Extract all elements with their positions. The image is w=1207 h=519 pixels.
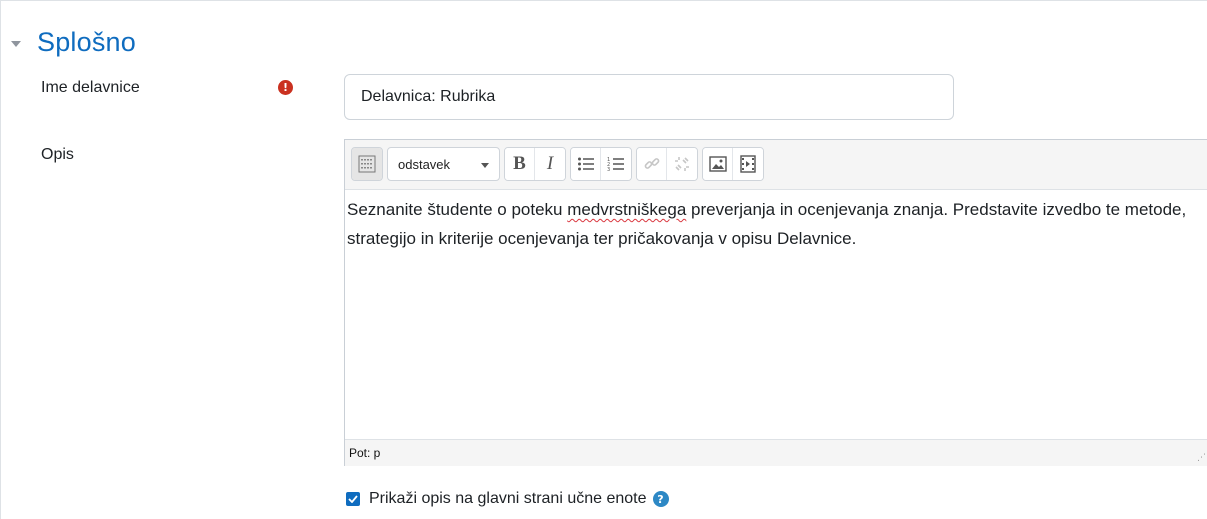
question-circle-icon[interactable]: ? <box>652 491 669 507</box>
list-group: 123 <box>570 147 632 181</box>
svg-text:3: 3 <box>607 167 610 172</box>
description-label: Opis <box>41 146 74 163</box>
unordered-list-icon[interactable] <box>571 148 601 180</box>
content-text-before: Seznanite študente o poteku <box>347 200 568 219</box>
ordered-list-icon[interactable]: 123 <box>601 148 631 180</box>
editor-toolbar: odstavek B I 123 <box>345 140 1207 190</box>
section-header[interactable]: Splošno <box>11 27 136 58</box>
toolbar-toggle-group <box>351 147 383 181</box>
unlink-icon[interactable] <box>667 148 697 180</box>
media-group <box>702 147 764 181</box>
show-description-row: Prikaži opis na glavni strani učne enote… <box>346 490 669 508</box>
element-path: Pot: p <box>349 446 381 460</box>
media-icon[interactable] <box>733 148 763 180</box>
chevron-down-icon <box>481 163 489 168</box>
format-group: B I <box>504 147 566 181</box>
name-label: Ime delavnice <box>41 79 140 96</box>
editor-content[interactable]: Seznanite študente o poteku medvrstniške… <box>345 190 1207 439</box>
italic-button[interactable]: I <box>535 148 565 180</box>
show-description-label[interactable]: Prikaži opis na glavni strani učne enote <box>369 490 647 508</box>
paragraph-style-value: odstavek <box>398 156 451 172</box>
bold-button[interactable]: B <box>505 148 535 180</box>
editor-statusbar: Pot: p ⋰ <box>345 439 1207 466</box>
description-editor: odstavek B I 123 Seznanite študente o po… <box>344 139 1207 466</box>
caret-down-icon[interactable] <box>11 40 21 47</box>
exclamation-circle-icon: ! <box>278 80 293 95</box>
image-icon[interactable] <box>703 148 733 180</box>
misspelled-word: medvrstniškega <box>567 200 687 219</box>
link-icon[interactable] <box>637 148 667 180</box>
name-input[interactable] <box>344 74 954 120</box>
form-frame: Splošno Ime delavnice ! Opis <box>0 0 1207 519</box>
section-title[interactable]: Splošno <box>37 27 136 58</box>
toolbar-toggle-icon[interactable] <box>352 148 382 180</box>
link-group <box>636 147 698 181</box>
paragraph-style-select[interactable]: odstavek <box>387 147 500 181</box>
resize-handle-icon[interactable]: ⋰ <box>1197 452 1206 463</box>
show-description-checkbox[interactable] <box>346 492 360 506</box>
